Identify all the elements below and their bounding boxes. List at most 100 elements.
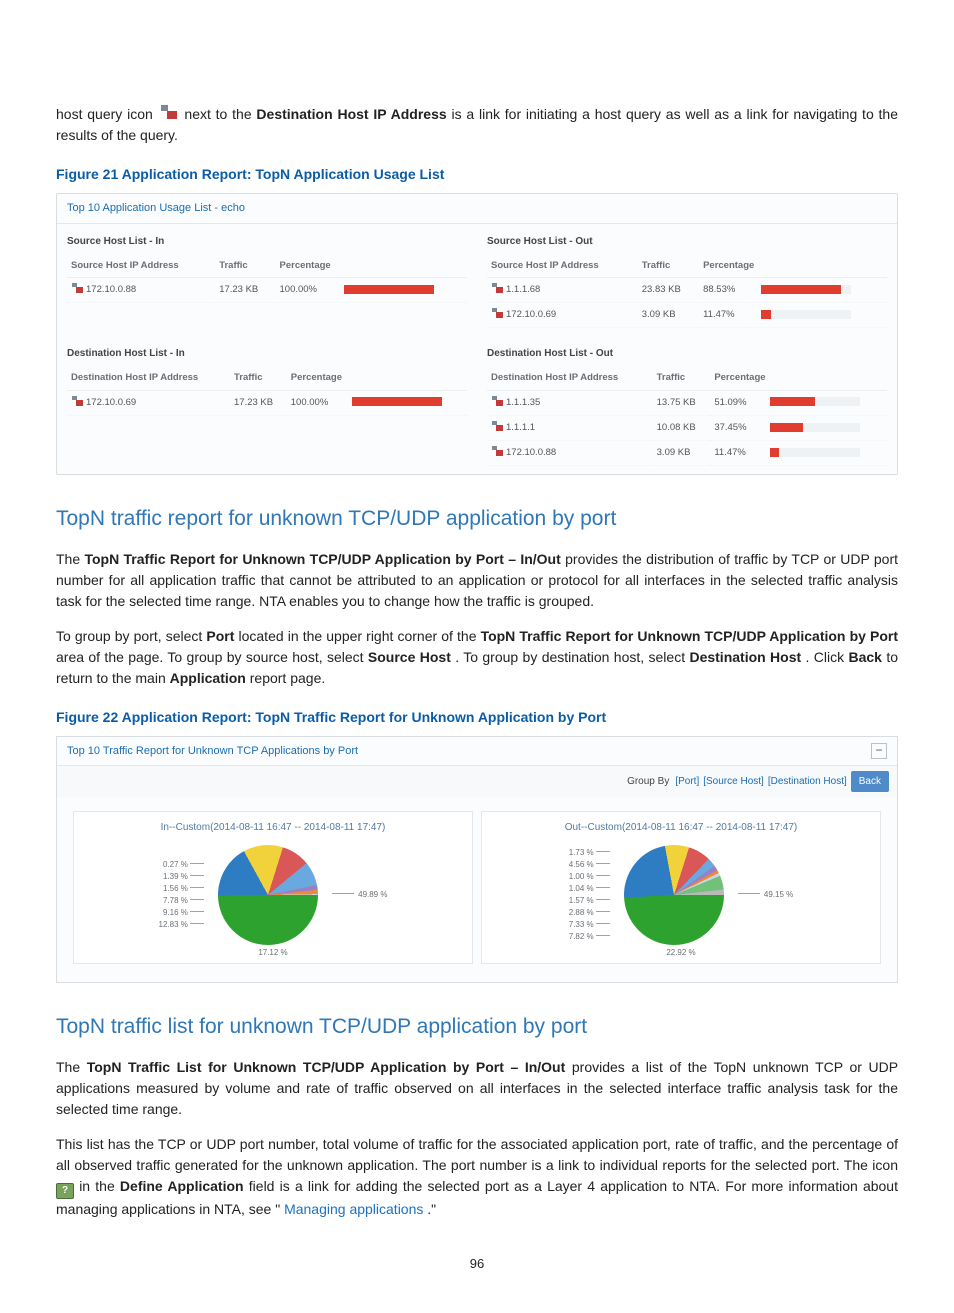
intro-text: host query icon (56, 106, 158, 122)
pie-slice-label: 12.83 % (159, 919, 204, 931)
traffic-cell: 10.08 KB (653, 415, 711, 440)
destination-host-list-out: Destination Host List - Out Destination … (477, 336, 897, 474)
ip-address[interactable]: 1.1.1.68 (506, 284, 540, 295)
intro-paragraph: host query icon next to the Destination … (56, 104, 898, 146)
pie-slice-label: 2.88 % (569, 907, 610, 919)
sec2-p1: The TopN Traffic List for Unknown TCP/UD… (56, 1057, 898, 1120)
pie-slice-label: 0.27 % (159, 859, 204, 871)
managing-applications-link[interactable]: Managing applications (284, 1201, 423, 1217)
source-host-list-out: Source Host List - Out Source Host IP Ad… (477, 224, 897, 337)
ip-address[interactable]: 1.1.1.35 (506, 397, 540, 408)
traffic-cell: 3.09 KB (638, 303, 699, 328)
col-pct: Percentage (699, 255, 887, 278)
fig21-panel: Top 10 Application Usage List - echo Sou… (56, 193, 898, 475)
col-pct: Percentage (710, 367, 887, 390)
chart-out-title: Out--Custom(2014-08-11 16:47 -- 2014-08-… (486, 820, 876, 835)
ip-address[interactable]: 172.10.0.88 (506, 447, 556, 458)
section-heading-topn-report: TopN traffic report for unknown TCP/UDP … (56, 503, 898, 535)
pie-slice-label: 7.82 % (569, 931, 610, 943)
col-ip: Destination Host IP Address (487, 367, 653, 390)
sec1-p1: The TopN Traffic Report for Unknown TCP/… (56, 549, 898, 612)
percentage-cell: 11.47% (710, 441, 759, 466)
pie-slice-label: 49.89 % (332, 889, 388, 901)
percentage-bar (770, 397, 860, 406)
src-out-table: Source Host IP Address Traffic Percentag… (487, 255, 887, 329)
pie-chart-out (624, 845, 724, 945)
ip-cell[interactable]: 1.1.1.68 (487, 277, 638, 302)
table-row: 172.10.0.69 17.23 KB100.00% (67, 390, 467, 415)
quad-title: Destination Host List - Out (487, 342, 887, 367)
col-traffic: Traffic (638, 255, 699, 278)
percentage-bar-cell (751, 277, 887, 302)
host-query-icon[interactable] (491, 308, 503, 318)
traffic-cell: 17.23 KB (230, 390, 287, 415)
chart-in-left-labels: 0.27 %1.39 %1.56 %7.78 %9.16 %12.83 % (159, 859, 204, 931)
percentage-cell: 100.00% (287, 390, 342, 415)
pie-slice-label: 1.57 % (569, 895, 610, 907)
ip-address[interactable]: 172.10.0.69 (506, 309, 556, 320)
ip-cell[interactable]: 172.10.0.88 (67, 277, 215, 302)
ip-address[interactable]: 172.10.0.69 (86, 397, 136, 408)
host-query-icon[interactable] (71, 283, 83, 293)
define-application-icon: ? (56, 1183, 74, 1199)
percentage-bar (761, 285, 851, 294)
quad-title: Destination Host List - In (67, 342, 467, 367)
pie-slice-label: 1.00 % (569, 871, 610, 883)
percentage-cell: 37.45% (710, 415, 759, 440)
collapse-icon[interactable]: − (871, 743, 887, 759)
chart-out-below-label: 22.92 % (486, 947, 876, 959)
groupby-bar: Group By [Port] [Source Host] [Destinati… (57, 765, 897, 797)
ip-cell[interactable]: 172.10.0.88 (487, 441, 653, 466)
back-button[interactable]: Back (851, 771, 889, 792)
traffic-cell: 23.83 KB (638, 277, 699, 302)
pie-slice-label: 9.16 % (159, 907, 204, 919)
host-query-icon[interactable] (71, 396, 83, 406)
col-pct: Percentage (276, 255, 468, 278)
fig22-panel: Top 10 Traffic Report for Unknown TCP Ap… (56, 736, 898, 984)
host-query-icon[interactable] (491, 396, 503, 406)
table-row: 172.10.0.8817.23 KB100.00% (67, 277, 467, 302)
table-row: 172.10.0.88 3.09 KB11.47% (487, 441, 887, 466)
col-traffic: Traffic (215, 255, 275, 278)
groupby-port-link[interactable]: [Port] (675, 774, 699, 789)
chart-in-title: In--Custom(2014-08-11 16:47 -- 2014-08-1… (78, 820, 468, 835)
intro-text: next to the (184, 106, 256, 122)
host-query-icon[interactable] (491, 446, 503, 456)
percentage-bar (761, 310, 851, 319)
host-query-icon[interactable] (491, 283, 503, 293)
ip-address[interactable]: 1.1.1.1 (506, 422, 535, 433)
dst-out-table: Destination Host IP Address Traffic Perc… (487, 367, 887, 466)
section-heading-topn-list: TopN traffic list for unknown TCP/UDP ap… (56, 1011, 898, 1043)
col-pct: Percentage (287, 367, 467, 390)
col-ip: Source Host IP Address (487, 255, 638, 278)
destination-host-list-in: Destination Host List - In Destination H… (57, 336, 477, 474)
percentage-bar-cell (760, 441, 887, 466)
col-traffic: Traffic (230, 367, 287, 390)
groupby-desthost-link[interactable]: [Destination Host] (768, 774, 847, 789)
percentage-bar (352, 397, 442, 406)
ip-cell[interactable]: 172.10.0.69 (487, 303, 638, 328)
pie-slice-label: 4.56 % (569, 859, 610, 871)
traffic-cell: 3.09 KB (653, 441, 711, 466)
table-row: 1.1.1.6823.83 KB88.53% (487, 277, 887, 302)
chart-out: Out--Custom(2014-08-11 16:47 -- 2014-08-… (481, 811, 881, 964)
percentage-bar (770, 423, 860, 432)
col-ip: Destination Host IP Address (67, 367, 230, 390)
figure-21-caption: Figure 21 Application Report: TopN Appli… (56, 164, 898, 185)
host-query-icon[interactable] (491, 421, 503, 431)
percentage-bar-cell (334, 277, 467, 302)
percentage-bar-cell (751, 303, 887, 328)
chart-in: In--Custom(2014-08-11 16:47 -- 2014-08-1… (73, 811, 473, 964)
percentage-cell: 11.47% (699, 303, 751, 328)
pie-slice-label: 1.39 % (159, 871, 204, 883)
ip-cell[interactable]: 1.1.1.35 (487, 390, 653, 415)
ip-address[interactable]: 172.10.0.88 (86, 284, 136, 295)
src-in-table: Source Host IP Address Traffic Percentag… (67, 255, 467, 304)
ip-cell[interactable]: 1.1.1.1 (487, 415, 653, 440)
percentage-cell: 100.00% (276, 277, 334, 302)
groupby-sourcehost-link[interactable]: [Source Host] (703, 774, 764, 789)
ip-cell[interactable]: 172.10.0.69 (67, 390, 230, 415)
sec2-p2: This list has the TCP or UDP port number… (56, 1134, 898, 1220)
chart-in-below-label: 17.12 % (78, 947, 468, 959)
page-number: 96 (56, 1254, 898, 1274)
